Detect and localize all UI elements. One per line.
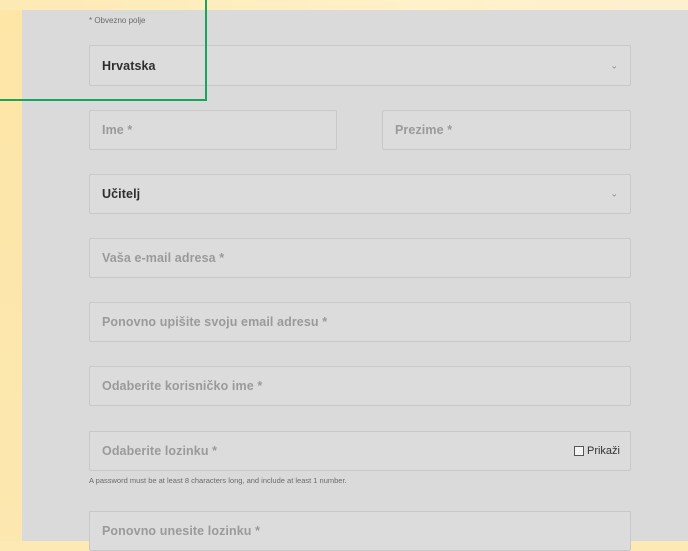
last-name-input[interactable]: Prezime *	[382, 110, 631, 150]
email-confirm-placeholder: Ponovno upišite svoju email adresu *	[102, 315, 328, 329]
password-confirm-placeholder: Ponovno unesite lozinku *	[102, 524, 261, 538]
password-hint: A password must be at least 8 characters…	[89, 476, 347, 485]
email-placeholder: Vaša e-mail adresa *	[102, 251, 225, 265]
password-input[interactable]: Odaberite lozinku * Prikaži	[89, 431, 631, 471]
checkbox-icon[interactable]	[573, 446, 584, 456]
country-select-value: Hrvatska	[102, 58, 156, 73]
role-select[interactable]: Učitelj ⌄	[89, 174, 631, 214]
username-input[interactable]: Odaberite korisničko ime *	[89, 366, 631, 406]
role-select-value: Učitelj	[102, 187, 141, 201]
country-select[interactable]: Hrvatska ⌄	[89, 45, 631, 86]
show-password-label: Prikaži	[586, 445, 620, 457]
page-background-top	[0, 0, 688, 10]
first-name-input[interactable]: Ime *	[89, 110, 337, 150]
username-placeholder: Odaberite korisničko ime *	[102, 379, 263, 393]
password-placeholder: Odaberite lozinku *	[102, 444, 218, 458]
email-confirm-input[interactable]: Ponovno upišite svoju email adresu *	[89, 302, 631, 342]
first-name-placeholder: Ime *	[102, 123, 133, 137]
chevron-down-icon: ⌄	[610, 60, 618, 70]
email-input[interactable]: Vaša e-mail adresa *	[89, 238, 631, 278]
show-password-toggle[interactable]: Prikaži	[573, 445, 620, 457]
chevron-down-icon: ⌄	[610, 188, 618, 199]
required-field-note: * Obvezno polje	[89, 16, 146, 25]
password-confirm-input[interactable]: Ponovno unesite lozinku *	[89, 511, 631, 551]
last-name-placeholder: Prezime *	[395, 123, 453, 137]
